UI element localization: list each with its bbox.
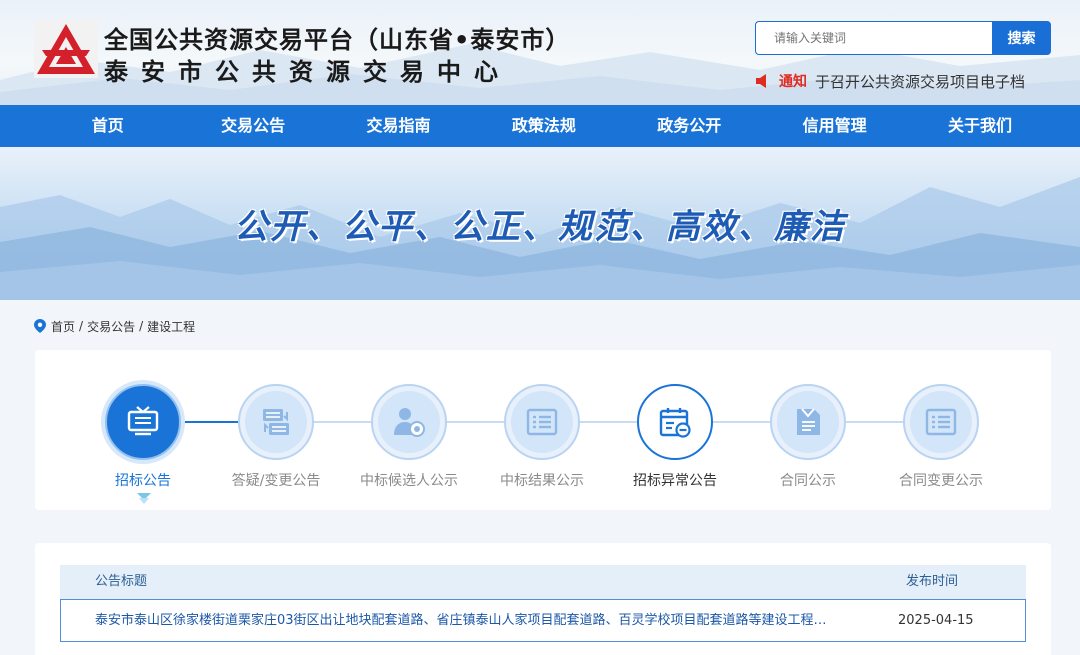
column-header-date: 发布时间 — [906, 574, 959, 589]
search-input[interactable] — [755, 21, 992, 55]
contract-icon — [797, 408, 820, 435]
breadcrumb-separator: / — [79, 319, 84, 333]
announcement-list: 公告标题 发布时间 泰安市泰山区徐家楼街道栗家庄03街区出让地块配套道路、省庄镇… — [35, 543, 1051, 655]
logo-icon[interactable] — [34, 20, 98, 78]
speaker-icon — [756, 74, 766, 88]
step-tender-announcement[interactable]: 招标公告 — [73, 384, 213, 490]
candidate-icon — [394, 408, 425, 437]
exchange-doc-icon — [263, 409, 289, 435]
breadcrumb: 首页 / 交易公告 / 建设工程 — [34, 316, 195, 336]
banner-slogan: 公开、公平、公正、规范、高效、廉洁 — [234, 207, 846, 247]
nav-item-policies[interactable]: 政策法规 — [471, 105, 616, 147]
step-label: 合同公示 — [780, 473, 836, 489]
site-header: 全国公共资源交易平台（山东省•泰安市） 泰安市公共资源交易中心 搜索 通知 于召… — [0, 0, 1080, 105]
active-step-indicator-icon — [137, 493, 151, 504]
step-label: 招标异常公告 — [633, 473, 717, 489]
site-title[interactable]: 全国公共资源交易平台（山东省•泰安市） — [104, 20, 570, 55]
notice-tag: 通知 — [779, 74, 807, 90]
breadcrumb-announcements[interactable]: 交易公告 — [87, 318, 135, 335]
step-label: 合同变更公示 — [899, 473, 983, 489]
nav-item-about[interactable]: 关于我们 — [907, 105, 1052, 147]
step-contract[interactable]: 合同公示 — [738, 384, 878, 490]
billboard-icon — [127, 406, 159, 436]
step-label: 中标结果公示 — [500, 473, 584, 489]
announcement-title-link[interactable]: 泰安市泰山区徐家楼街道栗家庄03街区出让地块配套道路、省庄镇泰山人家项目配套道路… — [95, 600, 865, 641]
location-pin-icon — [34, 319, 46, 333]
table-header: 公告标题 发布时间 — [60, 565, 1026, 599]
nav-item-guide[interactable]: 交易指南 — [326, 105, 471, 147]
notice-ticker[interactable]: 通知 于召开公共资源交易项目电子档 — [755, 70, 1055, 92]
step-label: 答疑/变更公告 — [231, 473, 321, 489]
step-bid-candidates[interactable]: 中标候选人公示 — [339, 384, 479, 490]
table-row[interactable]: 泰安市泰山区徐家楼街道栗家庄03街区出让地块配套道路、省庄镇泰山人家项目配套道路… — [60, 599, 1026, 642]
main-nav: 首页 交易公告 交易指南 政策法规 政务公开 信用管理 关于我们 — [0, 105, 1080, 147]
announcement-type-steps: 招标公告 答疑/变更公告 中标候选人公示 中标结果公示 招标异常公告 合同公示 … — [35, 350, 1051, 510]
abnormal-calendar-icon — [659, 408, 691, 438]
nav-item-credit[interactable]: 信用管理 — [762, 105, 907, 147]
breadcrumb-separator: / — [139, 319, 144, 333]
nav-item-announcements[interactable]: 交易公告 — [180, 105, 325, 147]
step-bid-result[interactable]: 中标结果公示 — [472, 384, 612, 490]
result-list-icon — [526, 408, 558, 436]
step-label: 中标候选人公示 — [360, 473, 458, 489]
search-box: 搜索 — [755, 21, 1051, 55]
site-subtitle[interactable]: 泰安市公共资源交易中心 — [104, 52, 511, 87]
step-contract-change[interactable]: 合同变更公示 — [871, 384, 1011, 490]
breadcrumb-home[interactable]: 首页 — [51, 318, 75, 335]
hero-banner: 公开、公平、公正、规范、高效、廉洁 — [0, 147, 1080, 300]
search-button[interactable]: 搜索 — [992, 21, 1051, 55]
breadcrumb-construction: 建设工程 — [147, 319, 196, 334]
announcement-date: 2025-04-15 — [898, 613, 974, 628]
nav-item-home[interactable]: 首页 — [35, 105, 180, 147]
notice-text[interactable]: 于召开公共资源交易项目电子档 — [815, 71, 1025, 92]
step-label: 招标公告 — [115, 473, 171, 489]
step-clarification[interactable]: 答疑/变更公告 — [206, 384, 346, 490]
nav-item-public-affairs[interactable]: 政务公开 — [617, 105, 762, 147]
contract-change-icon — [925, 408, 957, 436]
column-header-title: 公告标题 — [95, 574, 148, 589]
step-abnormal-announcement[interactable]: 招标异常公告 — [605, 384, 745, 490]
